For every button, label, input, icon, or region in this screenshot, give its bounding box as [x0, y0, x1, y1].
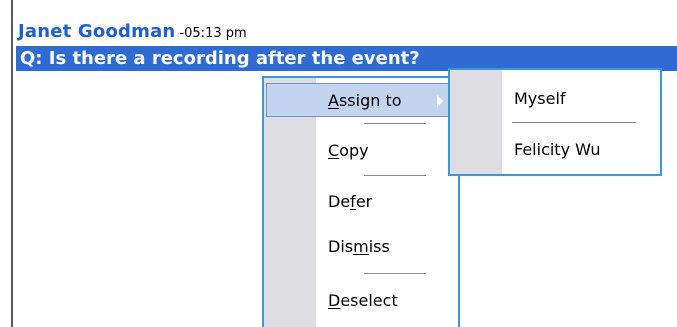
menu-item-copy[interactable]: Copy [266, 134, 456, 168]
menu-item-dismiss[interactable]: Dismiss [266, 230, 456, 264]
menu-item-label: Dismiss [328, 237, 390, 256]
menu-item-defer[interactable]: Defer [266, 185, 456, 219]
message-time: -05:13 pm [179, 26, 247, 41]
assign-submenu: Myself Felicity Wu [448, 68, 662, 176]
submenu-item-felicity-wu[interactable]: Felicity Wu [452, 133, 658, 167]
menu-item-label: Defer [328, 192, 373, 211]
menu-separator [364, 175, 426, 176]
submenu-arrow-icon [437, 95, 443, 107]
menu-item-label: Deselect [328, 291, 398, 310]
menu-item-assign-to[interactable]: Assign to [266, 83, 456, 117]
context-menu: Assign to Copy Defer Dismiss Deselect [262, 76, 460, 327]
menu-item-label: Copy [328, 141, 369, 160]
sender-name[interactable]: Janet Goodman [18, 21, 175, 42]
menu-separator [512, 122, 636, 123]
menu-separator [364, 273, 426, 274]
submenu-item-myself[interactable]: Myself [452, 82, 658, 116]
menu-item-label: Myself [514, 89, 566, 108]
message-header: Janet Goodman -05:13 pm [18, 21, 247, 43]
menu-item-label: Felicity Wu [514, 140, 601, 159]
menu-separator [364, 123, 426, 124]
menu-item-label: Assign to [328, 91, 402, 110]
chat-pane: Janet Goodman -05:13 pm Q: Is there a re… [0, 0, 677, 327]
pane-left-border [11, 0, 13, 327]
menu-item-deselect[interactable]: Deselect [266, 284, 456, 318]
